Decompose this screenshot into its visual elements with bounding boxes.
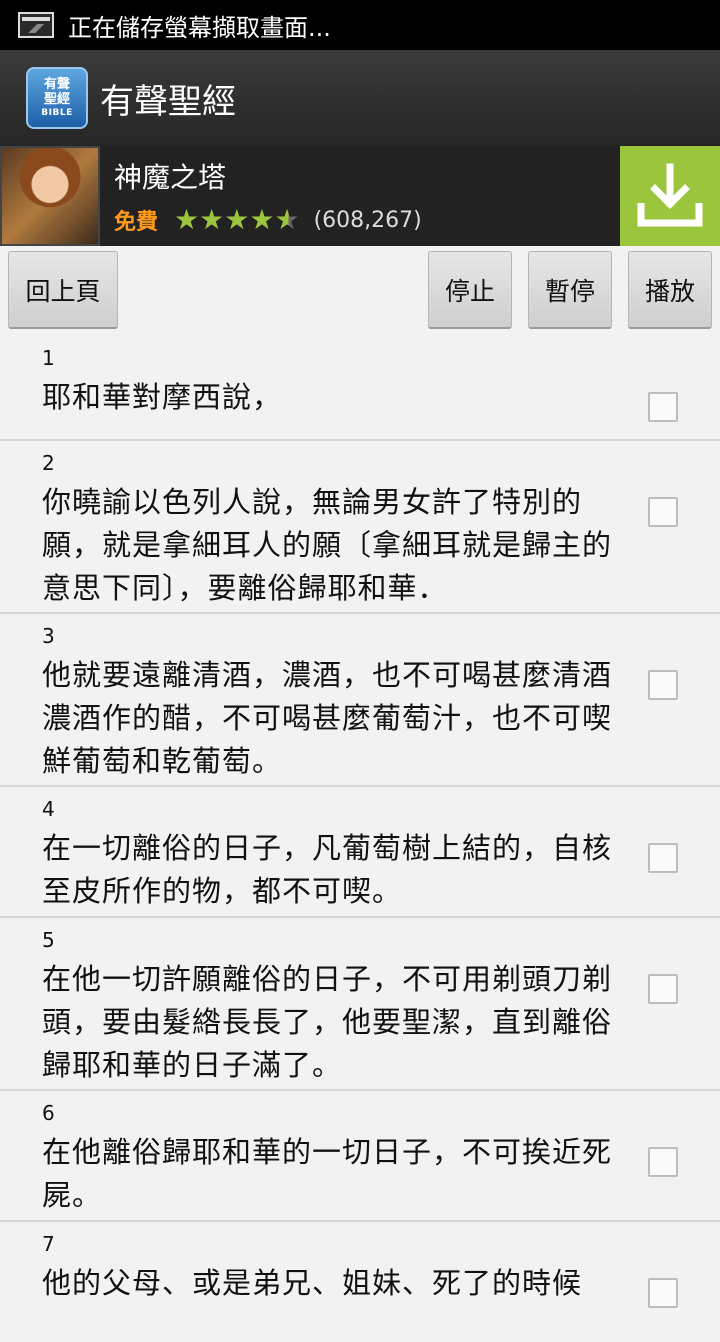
download-icon xyxy=(637,163,703,227)
app-logo-icon[interactable]: 有聲 聖經 BIBLE xyxy=(26,67,88,129)
verse-number: 5 xyxy=(42,928,55,952)
playback-toolbar: 回上頁 停止 暫停 播放 xyxy=(0,246,720,336)
back-button[interactable]: 回上頁 xyxy=(8,251,118,329)
ad-price: 免費 xyxy=(114,210,159,235)
verse-number: 2 xyxy=(42,451,55,475)
verse-text: 他就要遠離清酒，濃酒，也不可喝甚麼清酒濃酒作的醋，不可喝甚麼葡萄汁，也不可喫鮮葡… xyxy=(42,658,613,778)
verse-row[interactable]: 4 在一切離俗的日子，凡葡萄樹上結的，自核至皮所作的物，都不可喫。 xyxy=(0,787,720,918)
verse-number: 3 xyxy=(42,624,55,648)
verse-text: 在一切離俗的日子，凡葡萄樹上結的，自核至皮所作的物，都不可喫。 xyxy=(42,831,613,908)
verse-number: 1 xyxy=(42,346,55,370)
action-bar: 有聲 聖經 BIBLE 有聲聖經 xyxy=(0,50,720,147)
verse-row[interactable]: 7 他的父母、或是弟兄、姐妹、死了的時候 xyxy=(0,1222,720,1342)
verse-text: 他的父母、或是弟兄、姐妹、死了的時候 xyxy=(42,1266,583,1300)
ad-review-count: (608,267) xyxy=(313,207,422,233)
verse-row[interactable]: 5 在他一切許願離俗的日子，不可用剃頭刀剃頭，要由髮綹長長了，他要聖潔，直到離俗… xyxy=(0,918,720,1091)
verse-row[interactable]: 2 你曉諭以色列人說，無論男女許了特別的願，就是拿細耳人的願〔拿細耳就是歸主的意… xyxy=(0,441,720,614)
verse-text: 在他離俗歸耶和華的一切日子，不可挨近死屍。 xyxy=(42,1135,613,1212)
pause-button[interactable]: 暫停 xyxy=(528,251,612,329)
verse-text: 耶和華對摩西說， xyxy=(42,380,283,414)
star-icon: ★ xyxy=(249,203,275,236)
half-star-icon: ★ xyxy=(274,203,300,236)
star-icon: ★ xyxy=(174,203,200,236)
app-logo-line2: 聖經 xyxy=(43,92,70,107)
verse-row[interactable]: 1 耶和華對摩西說， xyxy=(0,336,720,441)
star-icon: ★ xyxy=(224,203,250,236)
verse-checkbox[interactable] xyxy=(648,1147,678,1177)
download-button[interactable] xyxy=(620,146,720,246)
rating-stars: ★ ★ ★ ★ ★ xyxy=(174,206,300,234)
verse-checkbox[interactable] xyxy=(648,1278,678,1308)
status-bar: 正在儲存螢幕擷取畫面... xyxy=(0,0,720,50)
app-logo-line1: 有聲 xyxy=(43,77,70,92)
verse-checkbox[interactable] xyxy=(648,392,678,422)
verse-text: 你曉諭以色列人說，無論男女許了特別的願，就是拿細耳人的願〔拿細耳就是歸主的意思下… xyxy=(42,485,613,605)
screenshot-icon xyxy=(18,12,54,38)
app-logo-line3: BIBLE xyxy=(41,108,73,118)
verse-checkbox[interactable] xyxy=(648,843,678,873)
star-icon: ★ xyxy=(199,203,225,236)
ad-app-icon[interactable] xyxy=(0,146,100,246)
verse-row[interactable]: 6 在他離俗歸耶和華的一切日子，不可挨近死屍。 xyxy=(0,1091,720,1222)
status-text: 正在儲存螢幕擷取畫面... xyxy=(68,13,331,42)
verse-number: 4 xyxy=(42,797,55,821)
play-button[interactable]: 播放 xyxy=(628,251,712,329)
verse-row[interactable]: 3 他就要遠離清酒，濃酒，也不可喝甚麼清酒濃酒作的醋，不可喝甚麼葡萄汁，也不可喫… xyxy=(0,614,720,787)
verse-checkbox[interactable] xyxy=(648,670,678,700)
ad-banner[interactable]: 神魔之塔 免費 ★ ★ ★ ★ ★ (608,267) xyxy=(0,146,720,246)
stop-button[interactable]: 停止 xyxy=(428,251,512,329)
ad-meta: 免費 ★ ★ ★ ★ ★ (608,267) xyxy=(114,204,620,236)
ad-title: 神魔之塔 xyxy=(114,161,227,194)
verse-checkbox[interactable] xyxy=(648,497,678,527)
verse-checkbox[interactable] xyxy=(648,974,678,1004)
app-title: 有聲聖經 xyxy=(100,81,236,122)
verse-number: 7 xyxy=(42,1232,55,1256)
verse-number: 6 xyxy=(42,1101,55,1125)
verse-text: 在他一切許願離俗的日子，不可用剃頭刀剃頭，要由髮綹長長了，他要聖潔，直到離俗歸耶… xyxy=(42,962,613,1082)
ad-info[interactable]: 神魔之塔 免費 ★ ★ ★ ★ ★ (608,267) xyxy=(114,156,620,236)
verse-list[interactable]: 1 耶和華對摩西說， 2 你曉諭以色列人說，無論男女許了特別的願，就是拿細耳人的… xyxy=(0,336,720,1342)
